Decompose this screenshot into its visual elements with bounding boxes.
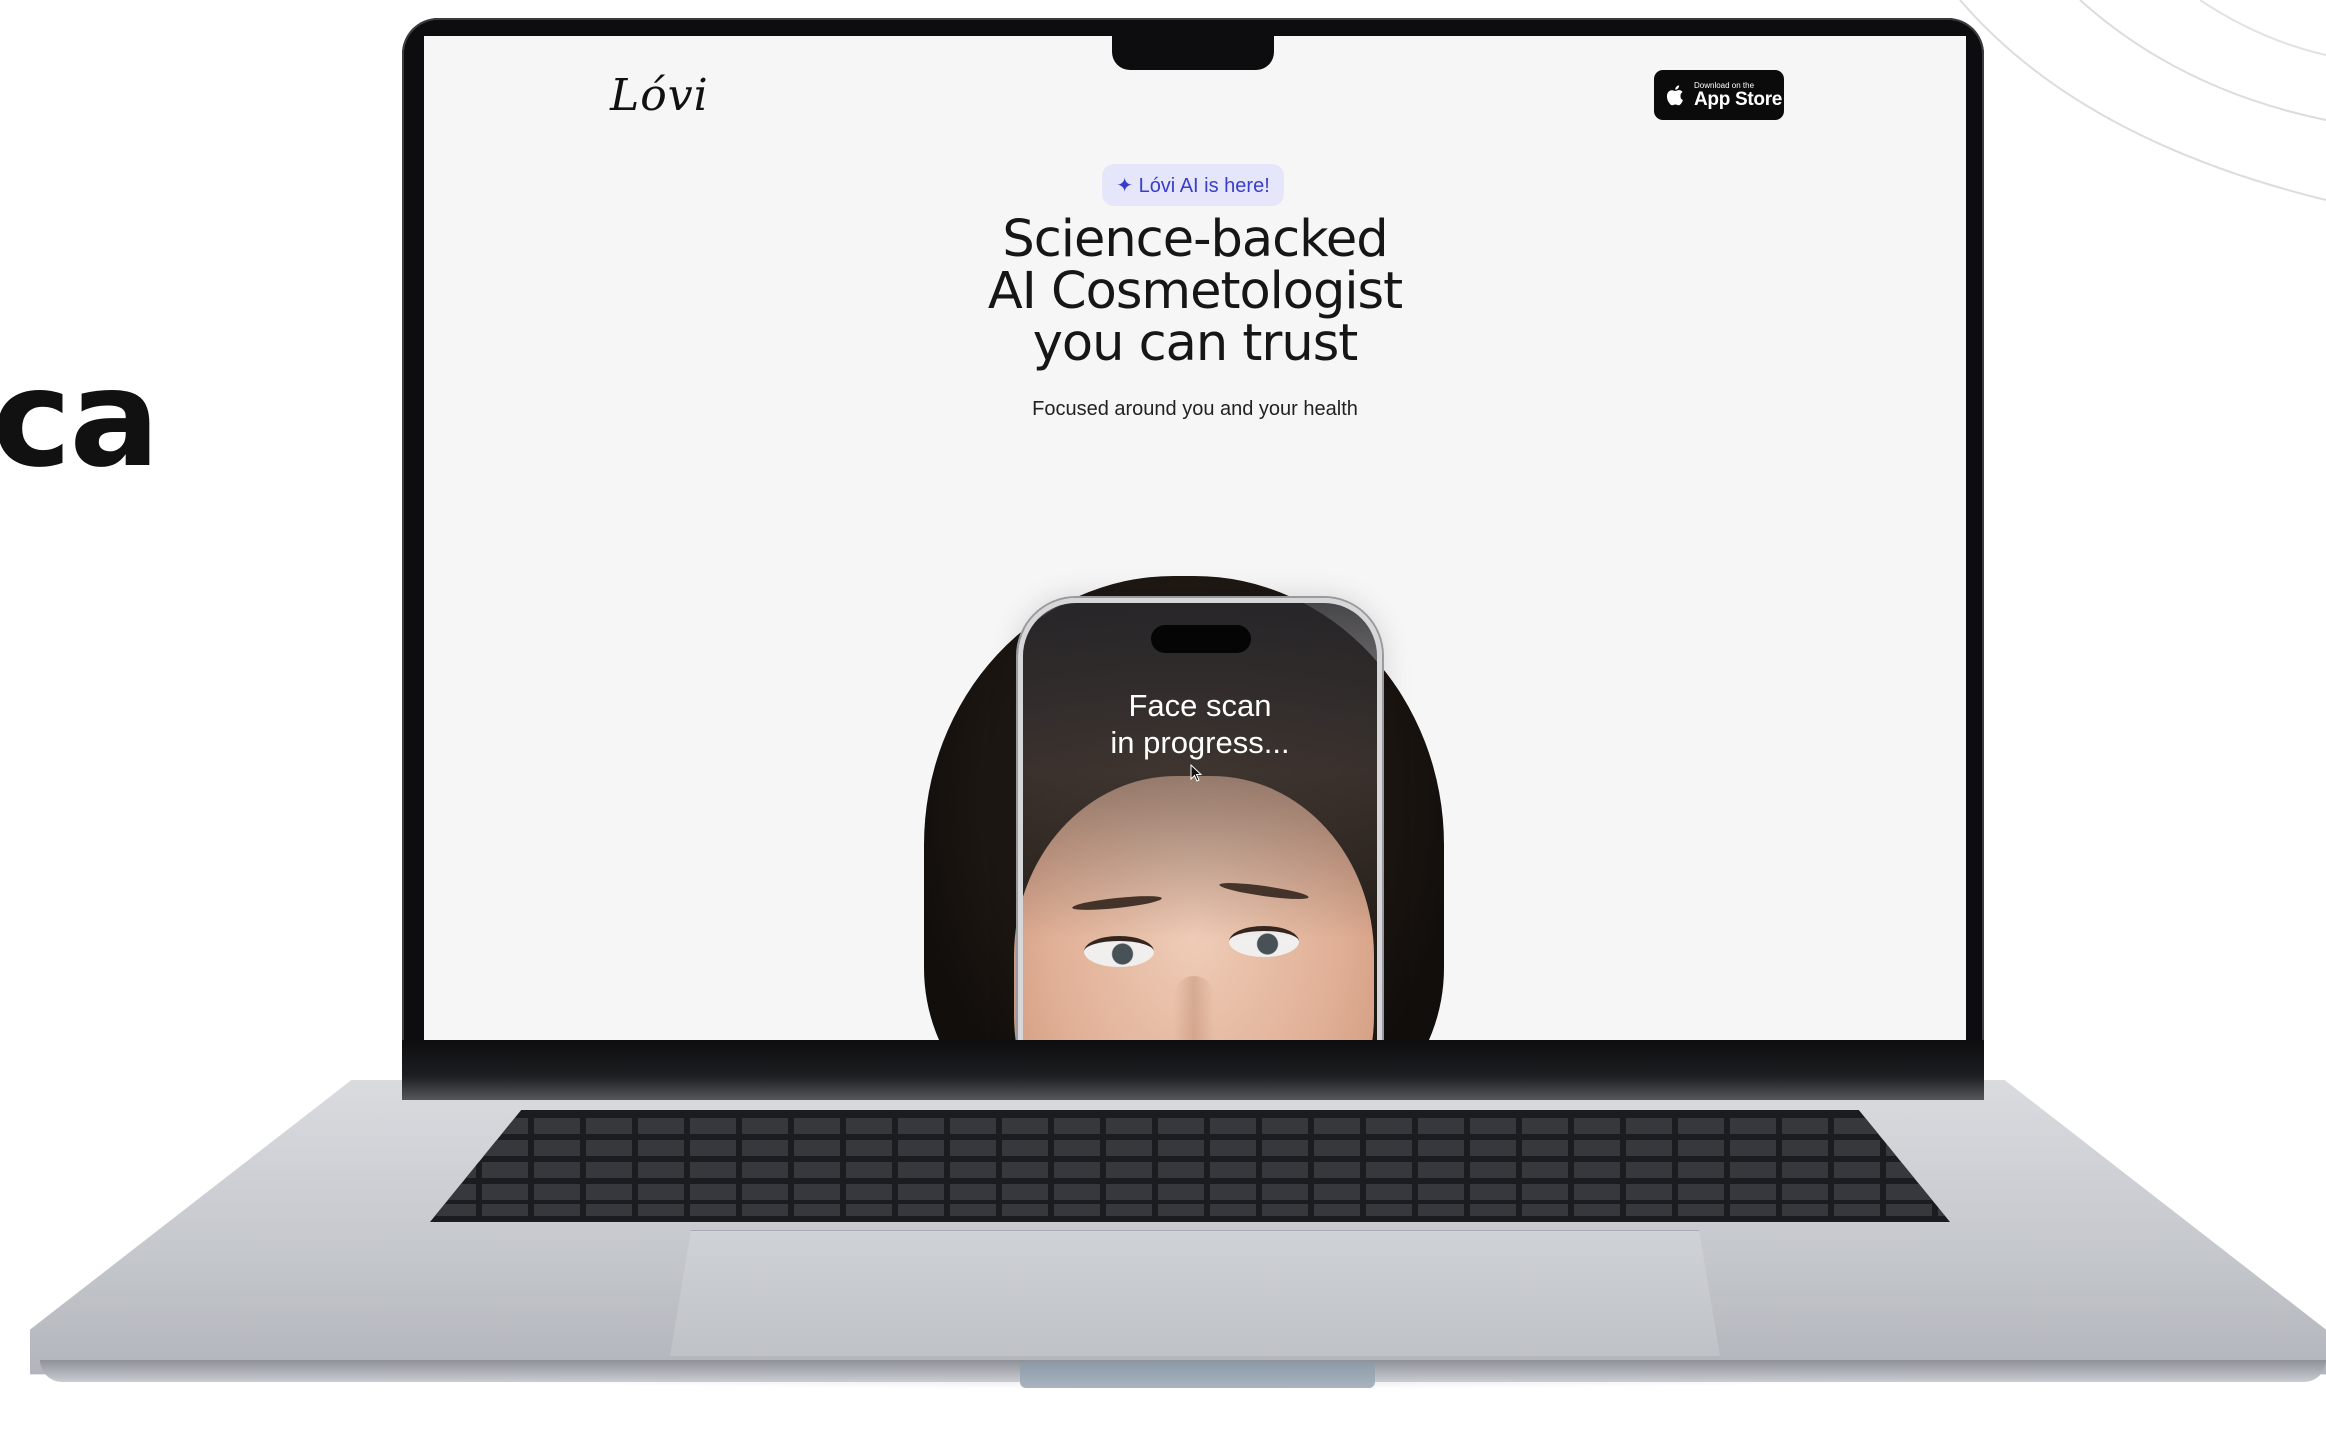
lovi-logo[interactable]: Lóvi: [610, 70, 709, 121]
hero-subheadline: Focused around you and your health: [1032, 398, 1358, 420]
face-scan-status: Face scan in progress...: [1023, 687, 1377, 761]
apple-icon: [1666, 85, 1683, 106]
camera-notch: [1112, 34, 1274, 70]
phone-mockup: Face scan in progress...: [1018, 598, 1382, 1040]
face-scan-line-2: in progress...: [1110, 725, 1290, 760]
face-scan-line-1: Face scan: [1128, 688, 1272, 723]
phone-dynamic-island: [1151, 625, 1251, 653]
laptop-hinge: [402, 1040, 1984, 1100]
laptop-screen: Lóvi Download on the App Store ✦ Lóvi AI…: [424, 36, 1966, 1040]
announcement-badge[interactable]: ✦ Lóvi AI is here!: [1102, 164, 1284, 206]
keyboard: [430, 1110, 1950, 1222]
app-store-label: App Store: [1694, 88, 1783, 110]
app-store-button[interactable]: Download on the App Store: [1654, 70, 1784, 120]
headline-line-1: Science-backed: [1002, 210, 1388, 269]
trackpad: [670, 1230, 1720, 1356]
mouse-cursor-icon: [1190, 764, 1203, 782]
headline-line-2: AI Cosmetologist: [987, 262, 1403, 321]
laptop-front-notch: [1020, 1362, 1375, 1388]
headline-line-3: you can trust: [1032, 314, 1359, 373]
hero-headline: Science-backed AI Cosmetologist you can …: [424, 214, 1966, 370]
background-headline-fragment: ca: [0, 341, 160, 497]
